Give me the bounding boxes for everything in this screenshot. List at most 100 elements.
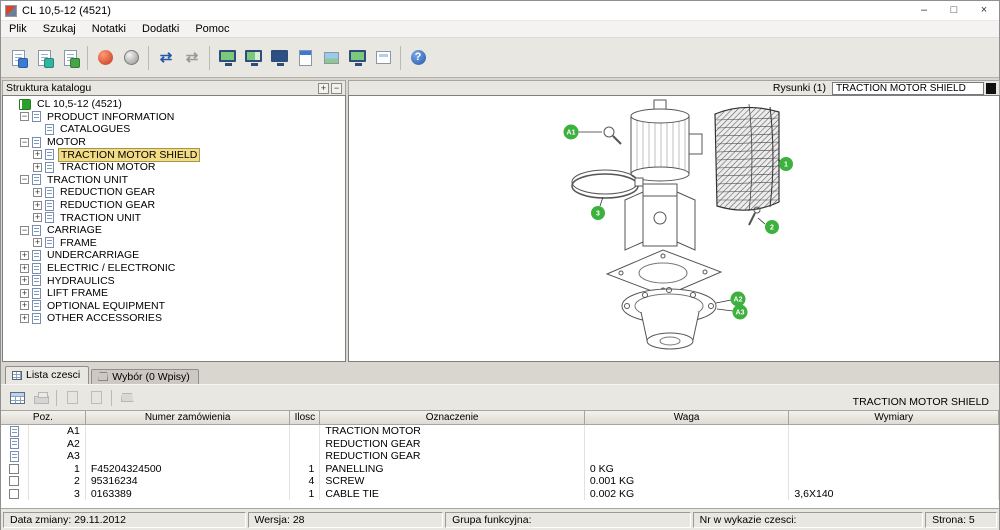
tree-item[interactable]: + OTHER ACCESSORIES [3,312,345,325]
table-row[interactable]: 3 0163389 1 CABLE TIE 0.002 KG 3,6X140 [1,487,999,500]
menu-szukaj[interactable]: Szukaj [35,21,84,37]
help-button[interactable] [405,43,431,73]
drawing-select[interactable]: TRACTION MOTOR SHIELD [832,81,984,95]
row-checkbox[interactable] [9,476,20,487]
tree-item[interactable]: − PRODUCT INFORMATION [3,111,345,124]
expand-icon[interactable]: + [20,263,29,273]
menu-plik[interactable]: Plik [1,21,35,37]
tree-item[interactable]: + OPTIONAL EQUIPMENT [3,300,345,313]
close-button[interactable]: × [969,1,999,20]
collapse-all-button[interactable]: − [331,82,342,94]
drawing-header: Rysunki (1) TRACTION MOTOR SHIELD [348,80,1000,95]
marker-2[interactable]: 2 [765,220,779,234]
assembly-doc-cell[interactable] [1,450,29,463]
expand-icon[interactable]: + [33,238,42,248]
add-page-button[interactable] [57,43,83,73]
row-checkbox[interactable] [9,488,20,499]
row-checkbox[interactable] [9,463,20,474]
table-row[interactable]: A3 REDUCTION GEAR [1,450,999,463]
view-drawing-button[interactable] [266,43,292,73]
tree-item[interactable]: + REDUCTION GEAR [3,186,345,199]
expand-icon[interactable]: + [20,288,29,298]
tree-item[interactable]: + HYDRAULICS [3,274,345,287]
view-document-button[interactable] [292,43,318,73]
maximize-button[interactable]: □ [939,1,969,20]
marker-a1[interactable]: A1 [563,124,579,140]
expand-icon[interactable]: + [33,187,42,197]
collapse-icon[interactable]: − [20,225,29,235]
table-row[interactable]: A1 TRACTION MOTOR [1,425,999,438]
tab-wyb-r-0-wpisy-[interactable]: Wybór (0 Wpisy) [91,369,199,384]
tree-item[interactable]: + ELECTRIC / ELECTRONIC [3,262,345,275]
tree-item[interactable]: CL 10,5-12 (4521) [3,98,345,111]
assembly-doc-icon[interactable] [9,425,19,437]
tree-item[interactable]: + TRACTION MOTOR [3,161,345,174]
grid-icon [12,370,22,380]
assembly-doc-icon[interactable] [9,438,19,450]
row-checkbox-cell[interactable] [1,487,29,500]
view-parts-list-button[interactable] [240,43,266,73]
tree-item[interactable]: + UNDERCARRIAGE [3,249,345,262]
tree-item[interactable]: + FRAME [3,237,345,250]
table-row[interactable]: 1 F45204324500 1 PANELLING 0 KG [1,462,999,475]
column-header-oznaczenie[interactable]: Oznaczenie [320,411,585,424]
document-icon [32,249,41,261]
expand-icon[interactable]: + [20,301,29,311]
tree-item[interactable]: + REDUCTION GEAR [3,199,345,212]
cell: SCREW [320,475,585,488]
expand-icon[interactable]: + [33,213,42,223]
row-checkbox-cell[interactable] [1,475,29,488]
transfer-button[interactable]: ⇄ [153,43,179,73]
menu-notatki[interactable]: Notatki [84,21,134,37]
collapse-icon[interactable]: − [20,137,29,147]
expand-icon[interactable]: + [20,250,29,260]
expand-icon[interactable]: + [33,162,42,172]
column-header-ilosc[interactable]: Ilosc [290,411,321,424]
sphere-button[interactable] [118,43,144,73]
minimize-button[interactable]: – [909,1,939,20]
export-button[interactable] [31,43,57,73]
tree-item[interactable]: − MOTOR [3,136,345,149]
tree-item[interactable]: − TRACTION UNIT [3,174,345,187]
cell: 0163389 [86,487,291,500]
column-header-poz-[interactable]: Poz. [1,411,86,424]
expand-all-button[interactable]: + [318,82,329,94]
column-header-waga[interactable]: Waga [585,411,790,424]
back-button[interactable] [92,43,118,73]
marker-a2[interactable]: A2 [730,291,746,307]
cell [86,437,291,450]
tree-item[interactable]: − CARRIAGE [3,224,345,237]
tree-item[interactable]: + TRACTION MOTOR SHIELD [3,147,345,162]
marker-1[interactable]: 1 [779,157,793,171]
menu-pomoc[interactable]: Pomoc [187,21,237,37]
collapse-icon[interactable]: − [20,175,29,185]
column-header-numer-zam-wienia[interactable]: Numer zamówienia [86,411,291,424]
marker-a3[interactable]: A3 [732,304,748,320]
parts-table-button[interactable] [5,387,29,408]
view-image-button[interactable] [318,43,344,73]
panel-dock-button[interactable] [986,82,996,94]
expand-icon[interactable]: + [20,313,29,323]
assembly-doc-cell[interactable] [1,425,29,438]
view-window-button[interactable] [370,43,396,73]
collapse-icon[interactable]: − [20,112,29,122]
view-screen-button[interactable] [344,43,370,73]
tab-lista-czesci[interactable]: Lista czesci [5,366,90,384]
assembly-doc-icon[interactable] [9,450,19,462]
expand-icon[interactable]: + [20,276,29,286]
tree-item[interactable]: + TRACTION UNIT [3,211,345,224]
column-header-wymiary[interactable]: Wymiary [789,411,999,424]
tree-item[interactable]: + LIFT FRAME [3,287,345,300]
expand-icon[interactable]: + [33,200,42,210]
assembly-doc-cell[interactable] [1,437,29,450]
menu-dodatki[interactable]: Dodatki [134,21,187,37]
table-row[interactable]: 2 95316234 4 SCREW 0.001 KG [1,475,999,488]
tree-item[interactable]: CATALOGUES [3,123,345,136]
print-button[interactable] [5,43,31,73]
marker-3[interactable]: 3 [591,206,605,220]
row-checkbox-cell[interactable] [1,462,29,475]
transfer-gray-button[interactable]: ⇄ [179,43,205,73]
view-catalog-button[interactable] [214,43,240,73]
table-row[interactable]: A2 REDUCTION GEAR [1,437,999,450]
expand-icon[interactable]: + [33,150,42,160]
